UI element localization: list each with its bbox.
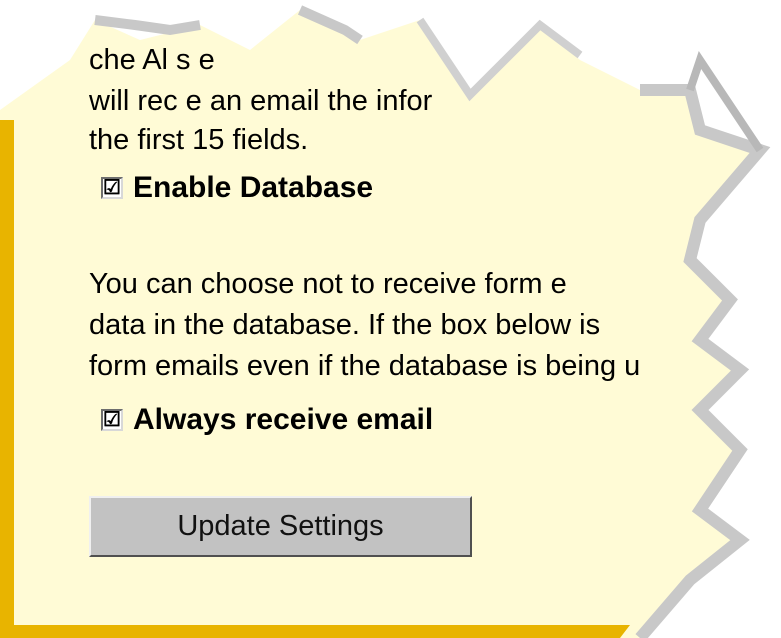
email-text-line-1: You can choose not to receive form e <box>89 268 567 300</box>
intro-text-line-2: will rec e an email the infor <box>89 85 433 117</box>
enable-database-label: Enable Database <box>133 171 374 204</box>
update-settings-button[interactable]: Update Settings <box>89 496 472 557</box>
form-settings: che Al s e will rec e an email the infor… <box>0 0 781 638</box>
email-text-line-2: data in the database. If the box below i… <box>89 309 601 341</box>
intro-text-line-3: the first 15 fields. <box>89 124 309 156</box>
enable-database-option[interactable]: ☑ Enable Database <box>101 171 373 205</box>
email-text-line-3: form emails even if the database is bein… <box>89 350 641 382</box>
enable-database-checkbox[interactable]: ☑ <box>101 177 123 199</box>
always-email-option[interactable]: ☑ Always receive email <box>101 403 433 437</box>
checkmark-icon: ☑ <box>103 177 121 199</box>
always-email-checkbox[interactable]: ☑ <box>101 409 123 431</box>
intro-text-line-1: che Al s e <box>89 44 215 76</box>
checkmark-icon: ☑ <box>103 409 121 431</box>
always-email-label: Always receive email <box>133 403 434 436</box>
